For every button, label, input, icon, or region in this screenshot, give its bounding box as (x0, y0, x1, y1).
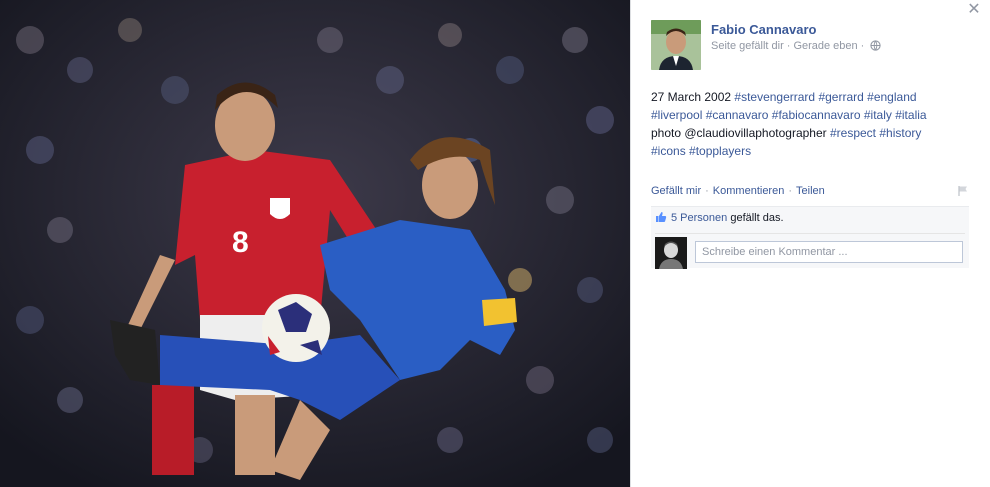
hashtag-link[interactable]: #gerrard (818, 90, 863, 104)
likes-text: gefällt das. (730, 212, 784, 224)
football-match-photo: 8 (0, 0, 630, 487)
hashtag-link[interactable]: #fabiocannavaro (772, 108, 861, 122)
meta-separator: · (860, 40, 865, 52)
post-actions: Gefällt mir · Kommentieren · Teilen (651, 185, 969, 201)
viewer-avatar (655, 237, 687, 269)
author-name-link[interactable]: Fabio Cannavaro (711, 22, 816, 37)
shirt-number: 8 (232, 226, 249, 259)
post-date-text: 27 March 2002 (651, 90, 735, 104)
close-icon[interactable]: ✕ (966, 2, 982, 18)
hashtag-link[interactable]: #respect (830, 126, 876, 140)
feedback-box: 5 Personen gefällt das. (651, 206, 969, 269)
comment-input[interactable] (695, 241, 963, 263)
hashtag-link[interactable]: #topplayers (689, 144, 751, 158)
hashtag-link[interactable]: #italy (864, 108, 892, 122)
action-separator: · (705, 185, 709, 197)
likes-summary: 5 Personen gefällt das. (655, 211, 784, 227)
post-side-panel: ✕ Fabio Cannavaro Seite gefällt dir · Gera… (630, 0, 990, 487)
page-liked-label[interactable]: Seite gefällt dir (711, 40, 784, 52)
hashtag-link[interactable]: #icons (651, 144, 686, 158)
meta-separator: · (786, 40, 791, 52)
author-avatar[interactable] (651, 20, 701, 70)
post-line-4: #icons #topplayers (651, 142, 971, 160)
viewer-avatar-image (655, 237, 687, 269)
action-separator: · (788, 185, 793, 197)
flag-icon[interactable] (957, 185, 969, 197)
post-timestamp[interactable]: Gerade eben (793, 40, 857, 52)
avatar-image (651, 20, 701, 70)
hashtag-link[interactable]: #history (879, 126, 921, 140)
post-line-3: photo @claudiovillaphotographer #respect… (651, 124, 971, 142)
post-photo[interactable]: 8 (0, 0, 630, 487)
hashtag-link[interactable]: #liverpool (651, 108, 702, 122)
comment-composer (655, 233, 965, 269)
post-meta: Seite gefällt dir · Gerade eben · (711, 40, 881, 52)
post-line-1: 27 March 2002 #stevengerrard #gerrard #e… (651, 88, 971, 106)
globe-icon[interactable] (870, 40, 881, 51)
like-button[interactable]: Gefällt mir (651, 185, 701, 197)
post-line-2: #liverpool #cannavaro #fabiocannavaro #i… (651, 106, 971, 124)
hashtag-link[interactable]: #stevengerrard (734, 90, 815, 104)
likes-count-link[interactable]: 5 Personen (671, 212, 727, 224)
share-button[interactable]: Teilen (796, 185, 825, 197)
hashtag-link[interactable]: #cannavaro (706, 108, 769, 122)
comment-button[interactable]: Kommentieren (713, 185, 785, 197)
thumbs-up-icon (656, 212, 667, 222)
post-message: 27 March 2002 #stevengerrard #gerrard #e… (651, 88, 971, 160)
hashtag-link[interactable]: #england (867, 90, 916, 104)
hashtag-link[interactable]: #italia (895, 108, 926, 122)
photo-credit-text: photo @claudiovillaphotographer (651, 126, 830, 140)
